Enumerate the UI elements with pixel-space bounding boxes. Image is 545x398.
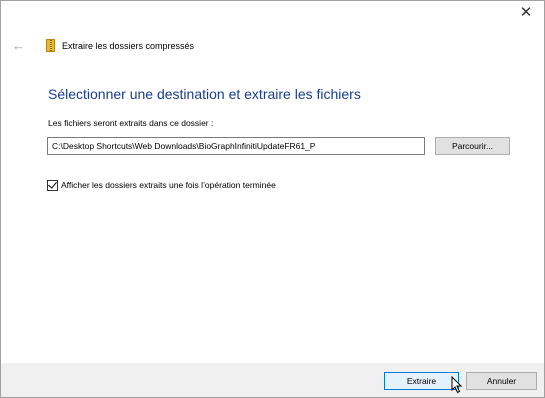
show-extracted-label[interactable]: Afficher les dossiers extraits une fois … xyxy=(61,179,276,191)
browse-button[interactable]: Parcourir... xyxy=(435,137,510,155)
mouse-pointer-icon xyxy=(451,376,463,394)
show-extracted-row[interactable]: Afficher les dossiers extraits une fois … xyxy=(47,178,276,192)
close-icon[interactable]: ✕ xyxy=(516,3,536,23)
checkmark-icon xyxy=(48,178,57,189)
show-extracted-checkbox[interactable] xyxy=(47,178,58,191)
destination-path-input[interactable] xyxy=(47,137,425,155)
window-title: Extraire les dossiers compressés xyxy=(62,41,195,51)
cancel-button[interactable]: Annuler xyxy=(466,372,537,390)
extract-button[interactable]: Extraire xyxy=(384,372,459,390)
zip-folder-icon xyxy=(46,39,55,52)
back-arrow-icon[interactable]: ← xyxy=(12,39,25,53)
page-heading: Sélectionner une destination et extraire… xyxy=(48,86,361,102)
extract-wizard-window: ✕ ← Extraire les dossiers compressés Sél… xyxy=(0,0,545,398)
destination-label: Les fichiers seront extraits dans ce dos… xyxy=(48,118,214,128)
